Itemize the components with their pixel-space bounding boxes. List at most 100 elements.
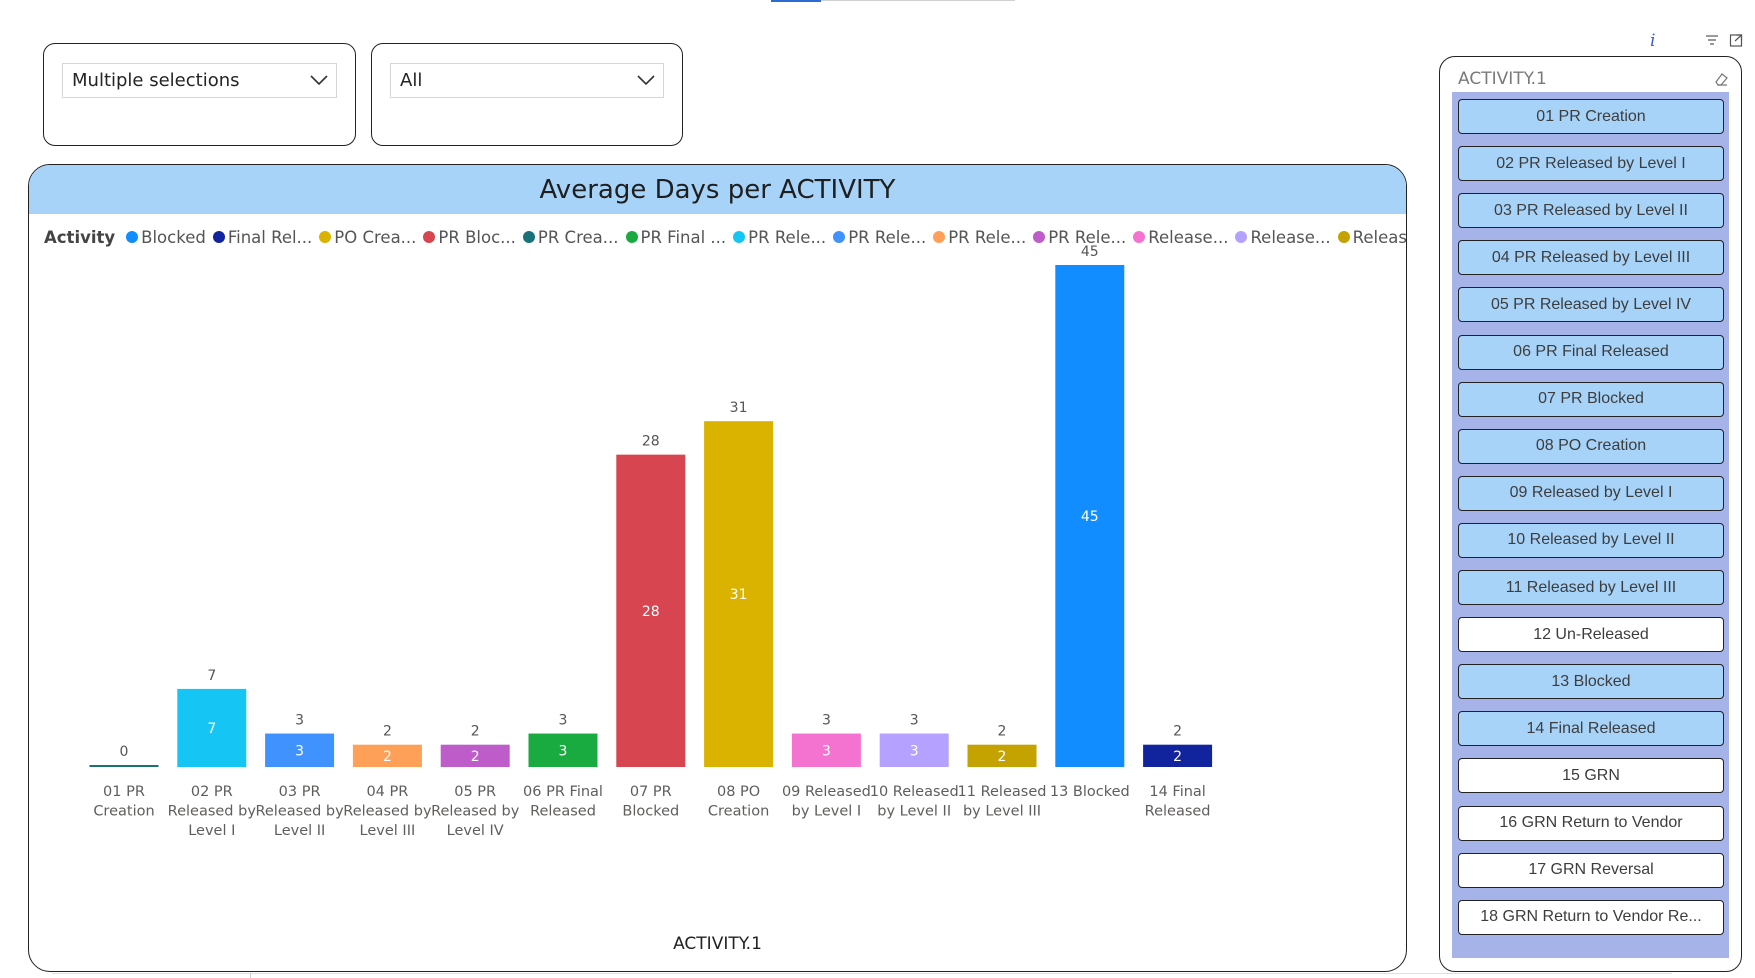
x-tick-label: Released by [255, 804, 344, 820]
bar-data-label: 3 [295, 743, 304, 759]
x-tick-label: Level I [188, 823, 235, 839]
page-tab-divider [821, 0, 1015, 1]
x-axis-title: ACTIVITY.1 [673, 934, 762, 954]
bar-total-label: 3 [295, 713, 304, 729]
filter-icon[interactable] [1705, 32, 1719, 48]
chevron-down-icon [310, 75, 328, 86]
bar-data-label: 28 [642, 604, 660, 620]
bar-total-label: 3 [910, 713, 919, 729]
activity-option[interactable]: 01 PR Creation [1458, 99, 1724, 134]
x-tick-label: by Level I [792, 804, 862, 820]
bar-data-label: 31 [730, 587, 748, 603]
x-tick-label: 05 PR [454, 784, 496, 800]
x-tick-label: 01 PR [103, 784, 145, 800]
slicer-card-2: All [371, 43, 683, 146]
eraser-icon[interactable] [1713, 71, 1729, 87]
bar-total-label: 2 [471, 724, 480, 740]
x-tick-label: Level III [360, 823, 416, 839]
activity-option-label: 14 Final Released [1526, 719, 1656, 737]
bar-total-label: 7 [207, 668, 216, 684]
slicer-dropdown-1-value: Multiple selections [72, 70, 240, 91]
activity-option[interactable]: 06 PR Final Released [1458, 334, 1724, 370]
bar-total-label: 45 [1081, 244, 1099, 260]
activity-option-label: 11 Released by Level III [1505, 578, 1677, 596]
activity-option[interactable]: 07 PR Blocked [1458, 381, 1724, 417]
activity-option[interactable]: 17 GRN Reversal [1458, 852, 1724, 888]
x-tick-label: 13 Blocked [1050, 784, 1130, 800]
activity-option[interactable]: 05 PR Released by Level IV [1458, 287, 1724, 323]
activity-option-label: 01 PR Creation [1536, 107, 1646, 125]
activity-option-label: 02 PR Released by Level I [1496, 154, 1686, 172]
page-tab-indicator [771, 0, 821, 2]
activity-option-label: 12 Un-Released [1533, 625, 1649, 643]
x-tick-label: Released by [343, 804, 432, 820]
bar-total-label: 28 [642, 434, 660, 450]
x-tick-label: by Level III [963, 804, 1041, 820]
x-tick-label: 03 PR [279, 784, 321, 800]
average-days-chart[interactable]: Average Days per ACTIVITY Activity Block… [28, 164, 1407, 972]
x-tick-label: 09 Released [782, 784, 871, 800]
activity-option-label: 13 Blocked [1551, 672, 1631, 690]
activity-option[interactable]: 10 Released by Level II [1458, 522, 1724, 558]
activity-option[interactable]: 03 PR Released by Level II [1458, 193, 1724, 229]
x-tick-label: 02 PR [191, 784, 233, 800]
x-tick-label: 11 Released [958, 784, 1047, 800]
slicer-card-1: Multiple selections [43, 43, 356, 146]
activity-option[interactable]: 18 GRN Return to Vendor Re... [1458, 899, 1724, 935]
activity-option[interactable]: 02 PR Released by Level I [1458, 146, 1724, 182]
x-tick-label: 07 PR [630, 784, 672, 800]
activity-option[interactable]: 15 GRN [1458, 758, 1724, 794]
x-tick-label: Released by [168, 804, 257, 820]
slicer-dropdown-1[interactable]: Multiple selections [62, 63, 337, 98]
chevron-down-icon [637, 75, 655, 86]
activity-option-label: 03 PR Released by Level II [1494, 201, 1688, 219]
activity-option[interactable]: 16 GRN Return to Vendor [1458, 805, 1724, 841]
activity-option[interactable]: 11 Released by Level III [1458, 570, 1724, 605]
activity-option-label: 15 GRN [1562, 766, 1620, 784]
x-tick-label: Released [530, 804, 596, 820]
activity-option[interactable]: 13 Blocked [1458, 664, 1724, 700]
slicer-dropdown-2[interactable]: All [390, 63, 664, 98]
x-tick-label: by Level II [877, 804, 951, 820]
visual-header-icons [1705, 32, 1743, 48]
x-tick-label: Creation [708, 804, 769, 820]
x-tick-label: 10 Released [870, 784, 959, 800]
bar-data-label: 3 [822, 743, 831, 759]
activity-option[interactable]: 08 PO Creation [1458, 428, 1724, 464]
bar-total-label: 2 [1173, 724, 1182, 740]
x-tick-label: Released [1145, 804, 1211, 820]
page-bottom-divider [52, 973, 1672, 974]
activity-option[interactable]: 14 Final Released [1458, 711, 1724, 747]
activity-slicer-header: ACTIVITY.1 [1458, 69, 1547, 89]
chart-plot-area: 0 01 PR Creation 7 7 02 PR Released by Level I 3… [89, 244, 1213, 839]
bar-data-label: 2 [1173, 749, 1182, 765]
activity-option[interactable]: 09 Released by Level I [1458, 475, 1724, 511]
x-tick-label: 14 Final [1149, 784, 1205, 800]
activity-option-label: 10 Released by Level II [1507, 531, 1675, 549]
bar[interactable] [89, 765, 159, 767]
activity-option[interactable]: 04 PR Released by Level III [1458, 240, 1724, 276]
x-tick-label: Creation [93, 804, 154, 820]
activity-option-label: 08 PO Creation [1535, 437, 1647, 455]
activity-slicer: ACTIVITY.1 01 PR Creation 02 PR Released … [1439, 56, 1742, 972]
bar-data-label: 3 [910, 743, 919, 759]
x-tick-label: Blocked [622, 804, 679, 820]
bar-total-label: 31 [730, 400, 748, 416]
activity-option[interactable]: 12 Un-Released [1458, 617, 1724, 653]
x-tick-label: Level II [274, 823, 325, 839]
activity-option-label: 06 PR Final Released [1513, 343, 1669, 360]
page-bottom-tick [250, 973, 251, 978]
x-tick-label: Level IV [447, 823, 504, 839]
bar-data-label: 3 [559, 743, 568, 759]
activity-option-label: 07 PR Blocked [1538, 390, 1644, 408]
activity-option-label: 18 GRN Return to Vendor Re... [1480, 908, 1702, 926]
x-tick-label: 06 PR Final [523, 784, 603, 800]
x-tick-label: 04 PR [366, 784, 408, 800]
bar-total-label: 0 [120, 744, 129, 760]
focus-mode-icon[interactable] [1729, 32, 1743, 48]
activity-option-label: 05 PR Released by Level IV [1490, 295, 1692, 313]
activity-option-label: 04 PR Released by Level III [1491, 248, 1691, 266]
bar-data-label: 7 [207, 721, 216, 737]
bar-data-label: 2 [471, 749, 480, 765]
info-icon[interactable]: i [1650, 31, 1655, 51]
